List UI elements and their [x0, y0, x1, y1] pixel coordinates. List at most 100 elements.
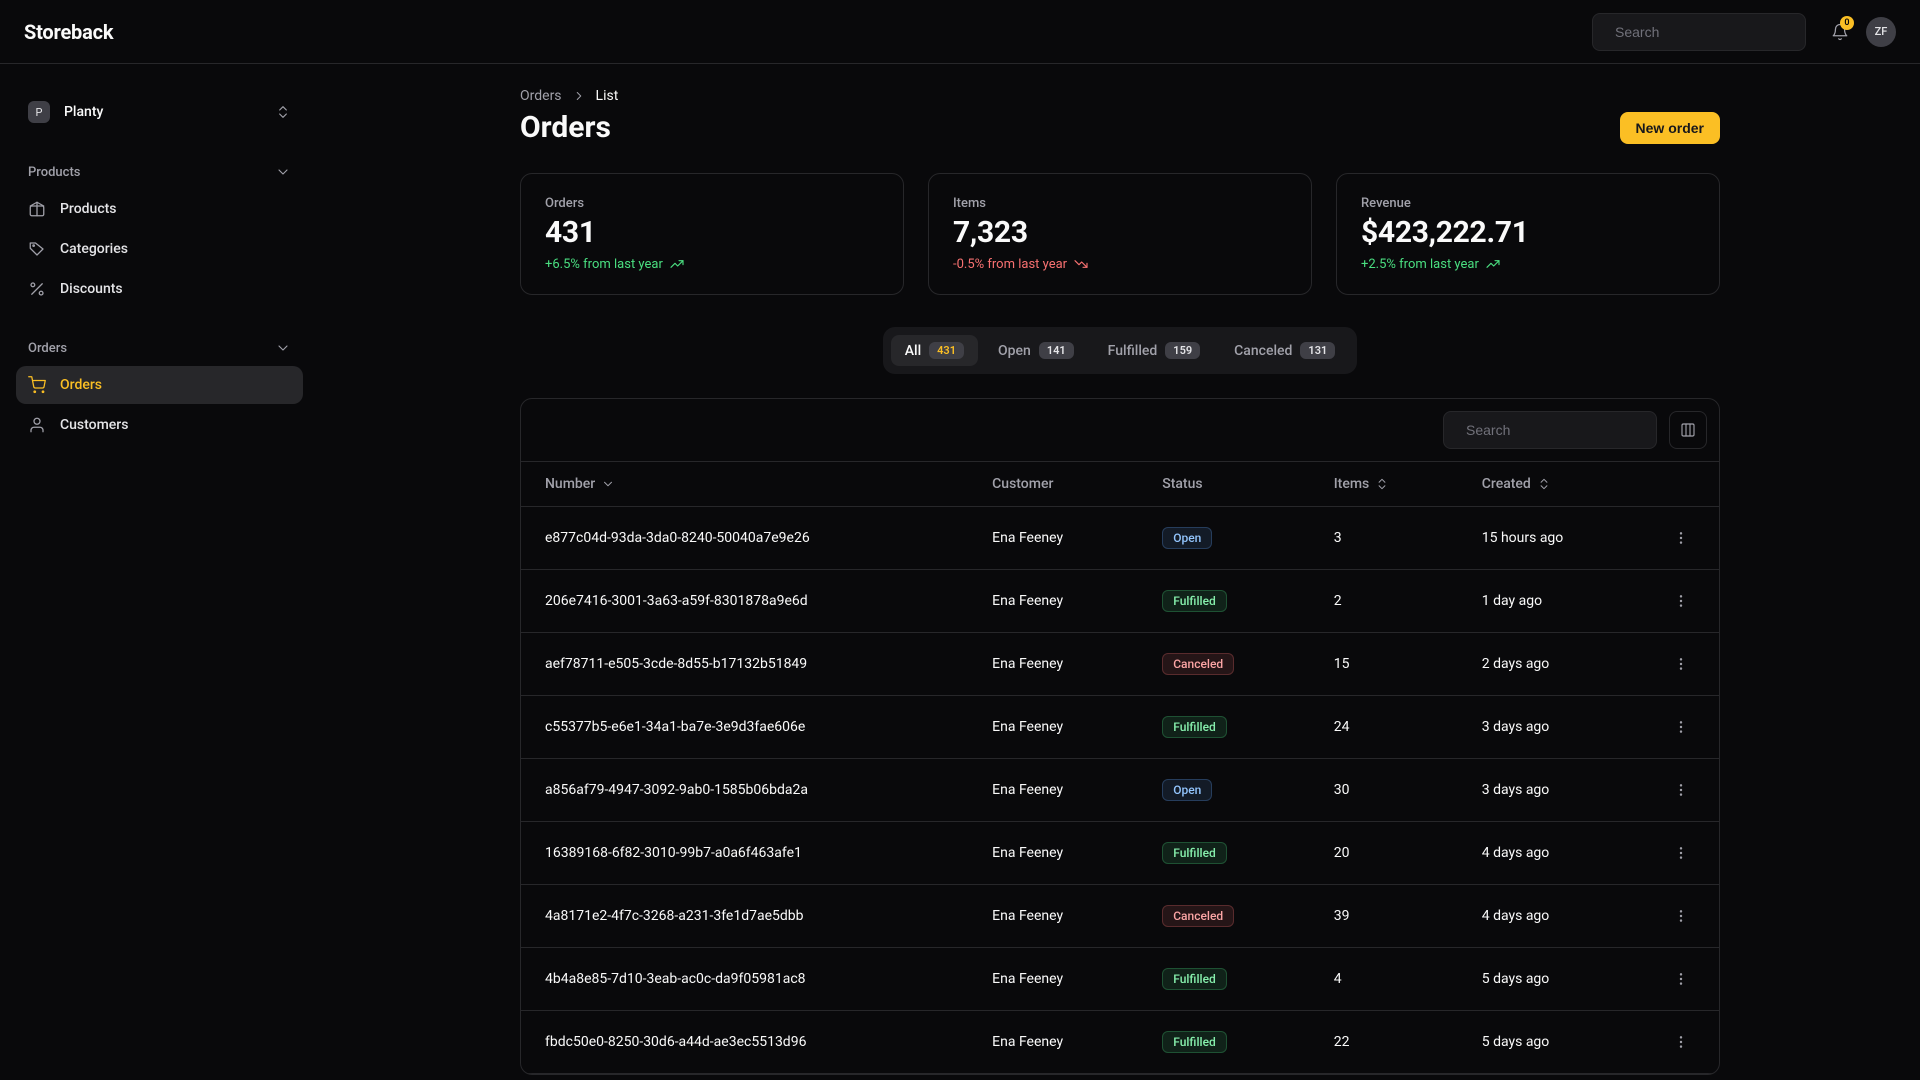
sidebar-item-label: Customers [60, 417, 128, 433]
sidebar-item-categories[interactable]: Categories [16, 230, 303, 268]
table-row[interactable]: e877c04d-93da-3da0-8240-50040a7e9e26 Ena… [521, 507, 1719, 570]
stat-card: Items 7,323 -0.5% from last year [928, 173, 1312, 295]
cell-items: 20 [1310, 822, 1458, 885]
app-logo[interactable]: Storeback [24, 20, 113, 44]
cell-number: e877c04d-93da-3da0-8240-50040a7e9e26 [521, 507, 968, 570]
tab-label: All [905, 343, 921, 359]
sidebar-item-products[interactable]: Products [16, 190, 303, 228]
cell-created: 15 hours ago [1458, 507, 1643, 570]
status-badge: Open [1162, 779, 1212, 801]
cell-status: Fulfilled [1138, 570, 1309, 633]
breadcrumb-root[interactable]: Orders [520, 88, 562, 104]
cell-number: fbdc50e0-8250-30d6-a44d-ae3ec5513d96 [521, 1011, 968, 1074]
col-created[interactable]: Created [1458, 462, 1643, 507]
row-actions-button[interactable] [1667, 713, 1695, 741]
table-row[interactable]: a856af79-4947-3092-9ab0-1585b06bda2a Ena… [521, 759, 1719, 822]
cell-number: c55377b5-e6e1-34a1-ba7e-3e9d3fae606e [521, 696, 968, 759]
global-search[interactable] [1592, 13, 1806, 51]
sidebar-section-title: Products [28, 165, 80, 180]
sidebar-item-label: Discounts [60, 281, 123, 297]
status-badge: Fulfilled [1162, 716, 1227, 738]
cell-created: 3 days ago [1458, 696, 1643, 759]
row-actions-button[interactable] [1667, 524, 1695, 552]
stat-delta: +2.5% from last year [1361, 256, 1695, 272]
more-vertical-icon [1673, 971, 1689, 987]
cell-items: 24 [1310, 696, 1458, 759]
chevron-right-icon [572, 89, 586, 103]
row-actions-button[interactable] [1667, 776, 1695, 804]
cell-items: 2 [1310, 570, 1458, 633]
more-vertical-icon [1673, 656, 1689, 672]
sidebar-item-orders[interactable]: Orders [16, 366, 303, 404]
row-actions-button[interactable] [1667, 965, 1695, 993]
cell-customer: Ena Feeney [968, 507, 1138, 570]
more-vertical-icon [1673, 593, 1689, 609]
column-settings-button[interactable] [1669, 411, 1707, 449]
table-row[interactable]: 206e7416-3001-3a63-a59f-8301878a9e6d Ena… [521, 570, 1719, 633]
stat-value: $423,222.71 [1361, 215, 1695, 250]
breadcrumb-leaf: List [596, 88, 619, 104]
cell-status: Canceled [1138, 885, 1309, 948]
table-row[interactable]: aef78711-e505-3cde-8d55-b17132b51849 Ena… [521, 633, 1719, 696]
package-icon [28, 200, 46, 218]
table-toolbar [521, 399, 1719, 461]
tab-count: 159 [1165, 342, 1200, 359]
sidebar-section-title: Orders [28, 341, 67, 356]
table-row[interactable]: c55377b5-e6e1-34a1-ba7e-3e9d3fae606e Ena… [521, 696, 1719, 759]
cell-customer: Ena Feeney [968, 633, 1138, 696]
col-customer[interactable]: Customer [968, 462, 1138, 507]
store-switcher[interactable]: P Planty [16, 88, 303, 136]
stat-label: Orders [545, 196, 879, 211]
stat-label: Items [953, 196, 1287, 211]
status-badge: Canceled [1162, 905, 1234, 927]
row-actions-button[interactable] [1667, 839, 1695, 867]
tag-icon [28, 240, 46, 258]
sidebar-section-header[interactable]: Orders [16, 332, 303, 364]
row-actions-button[interactable] [1667, 587, 1695, 615]
table-row[interactable]: fbdc50e0-8250-30d6-a44d-ae3ec5513d96 Ena… [521, 1011, 1719, 1074]
table-row[interactable]: 16389168-6f82-3010-99b7-a0a6f463afe1 Ena… [521, 822, 1719, 885]
stat-value: 431 [545, 215, 879, 250]
tab-all[interactable]: All 431 [891, 335, 978, 366]
col-items[interactable]: Items [1310, 462, 1458, 507]
chevrons-up-down-icon [275, 104, 291, 120]
chevron-down-icon [601, 477, 615, 491]
row-actions-button[interactable] [1667, 1028, 1695, 1056]
sidebar-section-header[interactable]: Products [16, 156, 303, 188]
table-search-input[interactable] [1466, 422, 1647, 438]
cell-items: 22 [1310, 1011, 1458, 1074]
cell-customer: Ena Feeney [968, 696, 1138, 759]
global-search-input[interactable] [1615, 24, 1796, 40]
sidebar-item-discounts[interactable]: Discounts [16, 270, 303, 308]
cell-number: a856af79-4947-3092-9ab0-1585b06bda2a [521, 759, 968, 822]
col-number[interactable]: Number [521, 462, 968, 507]
tab-open[interactable]: Open 141 [984, 335, 1088, 366]
cell-status: Open [1138, 759, 1309, 822]
tab-count: 131 [1300, 342, 1335, 359]
cell-items: 39 [1310, 885, 1458, 948]
user-avatar[interactable]: ZF [1866, 17, 1896, 47]
tab-count: 431 [929, 342, 964, 359]
table-row[interactable]: 4a8171e2-4f7c-3268-a231-3fe1d7ae5dbb Ena… [521, 885, 1719, 948]
app-header: Storeback 0 ZF [0, 0, 1920, 64]
cell-items: 15 [1310, 633, 1458, 696]
table-search[interactable] [1443, 411, 1657, 449]
tab-fulfilled[interactable]: Fulfilled 159 [1094, 335, 1214, 366]
cell-created: 4 days ago [1458, 822, 1643, 885]
tab-canceled[interactable]: Canceled 131 [1220, 335, 1349, 366]
new-order-button[interactable]: New order [1620, 112, 1720, 144]
status-badge: Open [1162, 527, 1212, 549]
row-actions-button[interactable] [1667, 902, 1695, 930]
sidebar-item-customers[interactable]: Customers [16, 406, 303, 444]
more-vertical-icon [1673, 1034, 1689, 1050]
more-vertical-icon [1673, 782, 1689, 798]
cell-created: 5 days ago [1458, 1011, 1643, 1074]
notifications-button[interactable]: 0 [1822, 14, 1858, 50]
col-status[interactable]: Status [1138, 462, 1309, 507]
stat-value: 7,323 [953, 215, 1287, 250]
columns-icon [1680, 422, 1696, 438]
row-actions-button[interactable] [1667, 650, 1695, 678]
table-row[interactable]: 4b4a8e85-7d10-3eab-ac0c-da9f05981ac8 Ena… [521, 948, 1719, 1011]
more-vertical-icon [1673, 719, 1689, 735]
status-badge: Fulfilled [1162, 1031, 1227, 1053]
